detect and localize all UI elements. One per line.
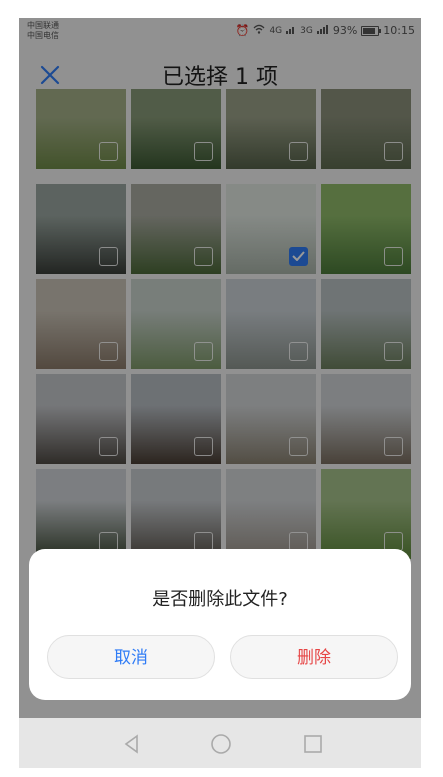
delete-button[interactable]: 删除 — [230, 635, 398, 679]
recents-icon[interactable] — [301, 732, 325, 756]
delete-confirm-dialog: 是否删除此文件? 取消 删除 — [29, 549, 411, 700]
phone-screen: 中国联通 中国电信 ⏰ 4G 3G 93% 10:15 已选择 1 项 是否删除… — [19, 18, 421, 768]
dialog-message: 是否删除此文件? — [152, 589, 288, 610]
navigation-bar — [19, 718, 421, 768]
home-icon[interactable] — [209, 732, 233, 756]
cancel-button[interactable]: 取消 — [47, 635, 215, 679]
back-icon[interactable] — [120, 732, 144, 756]
